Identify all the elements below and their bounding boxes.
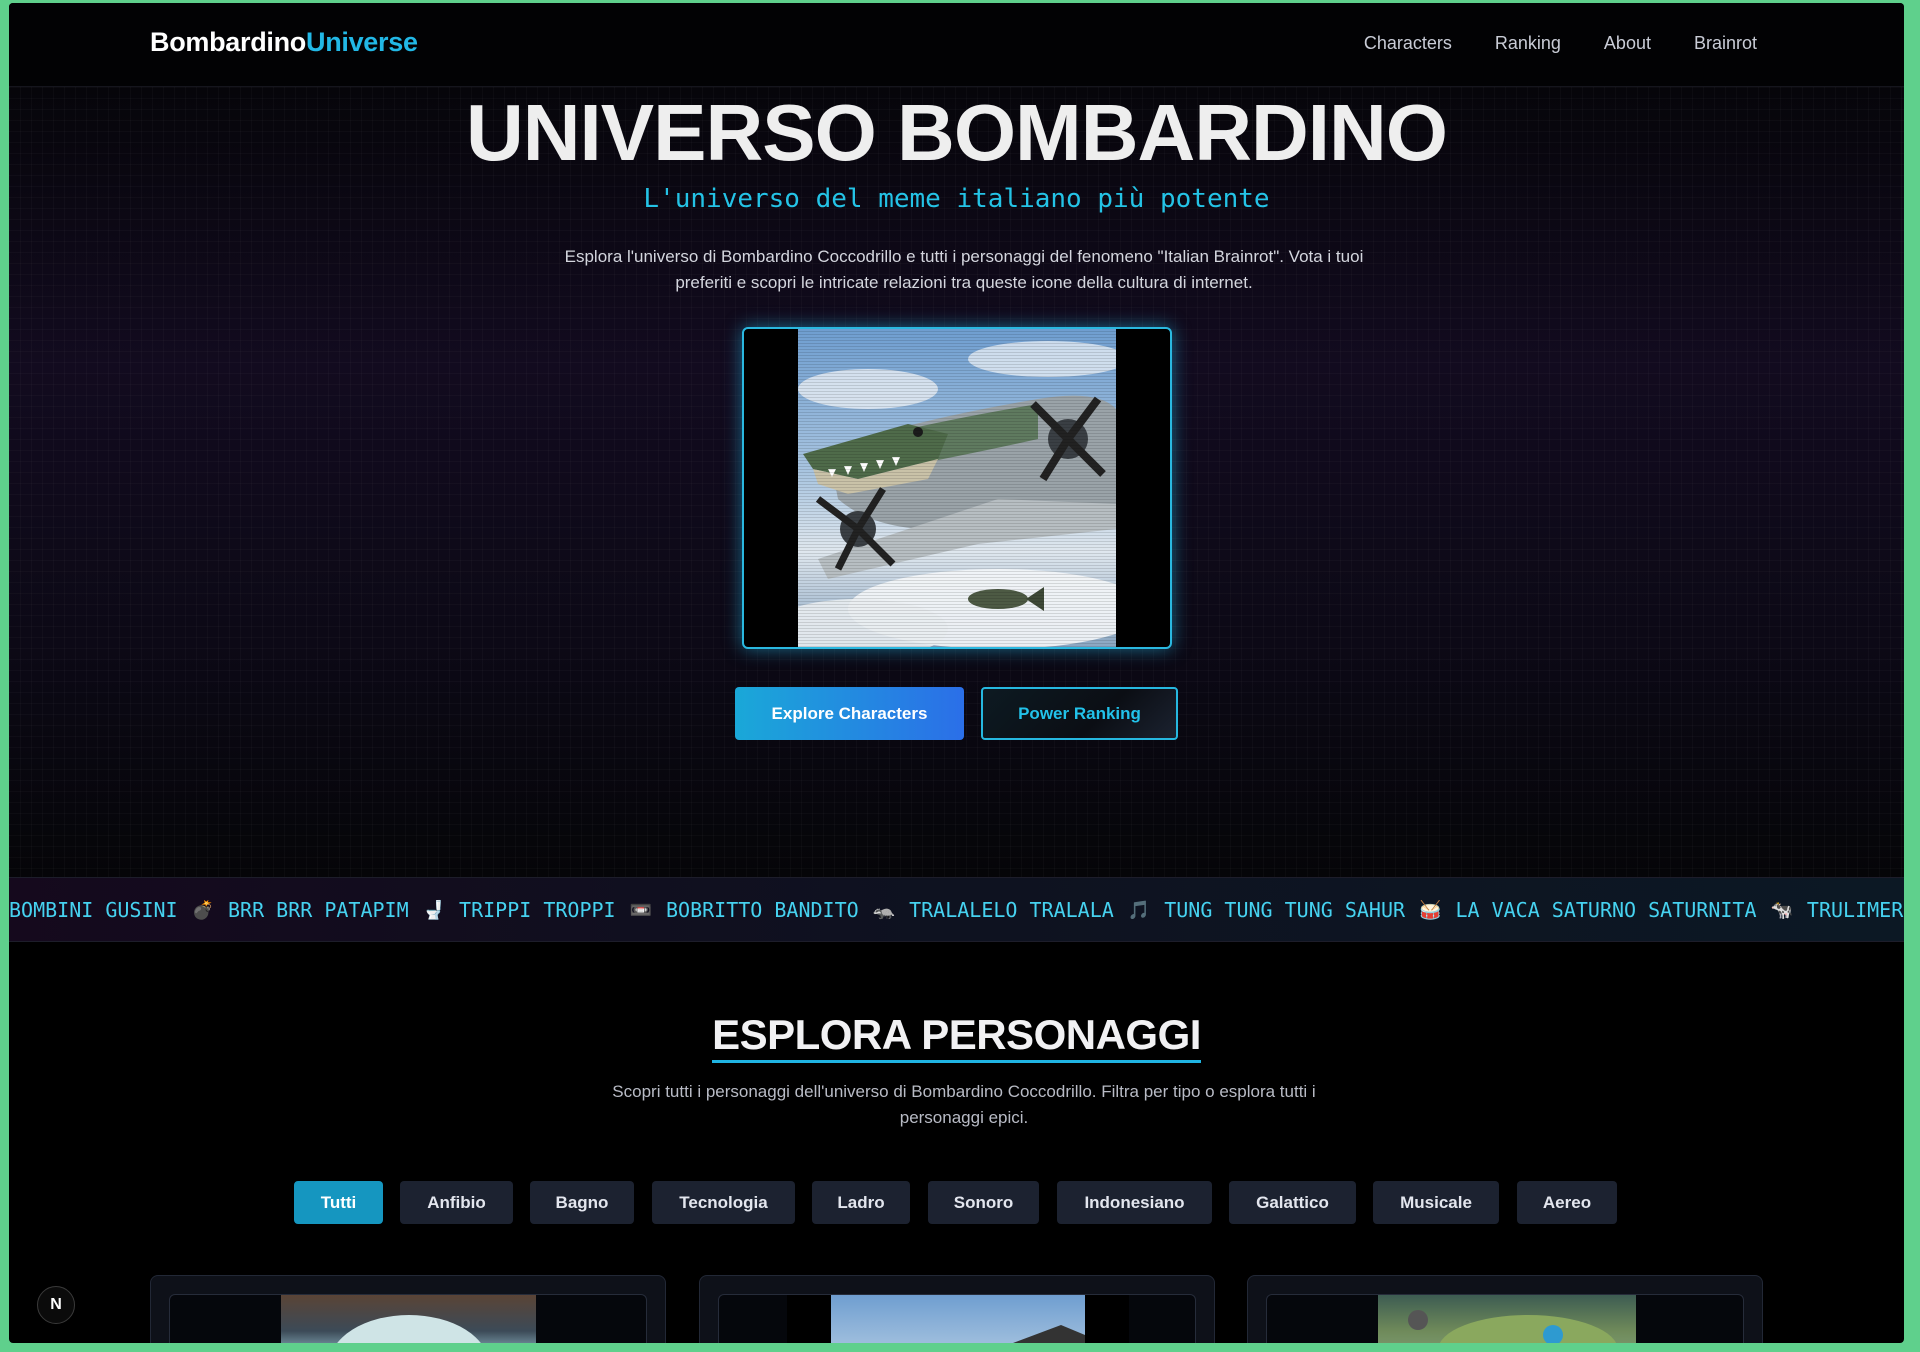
filter-bagno[interactable]: Bagno <box>530 1181 634 1224</box>
bombardino-coccodrillo-image <box>768 329 1148 647</box>
section-title: ESPLORA PERSONAGGI <box>9 1011 1904 1063</box>
hero-video[interactable] <box>742 327 1172 649</box>
fish-illustration <box>1408 1310 1617 1343</box>
brand-text-part1: Bombardino <box>150 27 306 57</box>
hero-section: UNIVERSO BOMBARDINO L'universo del meme … <box>9 87 1904 877</box>
nav-link-ranking[interactable]: Ranking <box>1495 33 1561 54</box>
explore-characters-button[interactable]: Explore Characters <box>735 687 964 740</box>
filter-musicale[interactable]: Musicale <box>1373 1181 1499 1224</box>
ticker-text: BOBRITTO BANDITO <box>666 898 859 922</box>
character-card[interactable] <box>699 1275 1215 1343</box>
brand-logo[interactable]: BombardinoUniverse <box>150 27 418 58</box>
ticker-item: BOBRITTO BANDITO 🦡 <box>666 898 909 922</box>
section-description: Scopri tutti i personaggi dell'universo … <box>612 1082 1316 1127</box>
bomb-icon: 💣 <box>191 899 214 921</box>
plane-illustration <box>1013 1325 1085 1343</box>
card-image-frame <box>1266 1294 1744 1343</box>
ticker-text: TRULIMERO TRULICINA <box>1806 898 1904 922</box>
filter-ladro[interactable]: Ladro <box>812 1181 910 1224</box>
nav-link-about[interactable]: About <box>1604 33 1651 54</box>
filter-galattico[interactable]: Galattico <box>1229 1181 1356 1224</box>
hero-title: UNIVERSO BOMBARDINO <box>465 88 1448 177</box>
ticker-text: LA VACA SATURNO SATURNITA <box>1455 898 1757 922</box>
hero-description: Esplora l'universo di Bombardino Coccodr… <box>564 247 1364 292</box>
ticker-item: TRULIMERO TRULICINA <box>1807 898 1904 922</box>
filter-anfibio[interactable]: Anfibio <box>400 1181 513 1224</box>
ticker-text: TRALALELO TRALALA <box>909 898 1114 922</box>
ticker-item: BRR BRR PATAPIM 🚽 <box>228 898 459 922</box>
nav-link-brainrot[interactable]: Brainrot <box>1694 33 1757 54</box>
ticker-text: BOMBINI GUSINI <box>9 898 178 922</box>
filter-tecnologia[interactable]: Tecnologia <box>652 1181 795 1224</box>
ticker-item: TUNG TUNG TUNG SAHUR 🥁 <box>1164 898 1455 922</box>
thumbnail-image <box>831 1295 1085 1343</box>
character-thumbnail <box>787 1295 1129 1343</box>
shark-illustration <box>337 1315 481 1343</box>
ticker-item: LA VACA SATURNO SATURNITA 🐄 <box>1455 898 1806 922</box>
brand-text-part2: Universe <box>306 27 418 57</box>
ticker-item: TRIPPI TROPPI 📼 <box>459 898 666 922</box>
hero-subtitle: L'universo del meme italiano più potente <box>643 184 1270 214</box>
character-ticker: BOMBINI GUSINI 💣 BRR BRR PATAPIM 🚽 TRIPPI … <box>9 877 1904 942</box>
card-image-frame <box>169 1294 647 1343</box>
ticker-row: BOMBINI GUSINI 💣 BRR BRR PATAPIM 🚽 TRIPPI … <box>9 898 1904 922</box>
videotape-icon: 📼 <box>629 899 653 921</box>
browser-viewport: BombardinoUniverse Characters Ranking Ab… <box>9 3 1904 1343</box>
filter-aereo[interactable]: Aereo <box>1517 1181 1617 1224</box>
ticker-item: BOMBINI GUSINI 💣 <box>9 898 228 922</box>
section-title-text: ESPLORA PERSONAGGI <box>712 1011 1201 1063</box>
filter-indonesiano[interactable]: Indonesiano <box>1057 1181 1212 1224</box>
next-logo-icon[interactable]: N <box>37 1286 75 1324</box>
character-card[interactable] <box>1247 1275 1763 1343</box>
toilet-icon: 🚽 <box>422 899 446 921</box>
power-ranking-button[interactable]: Power Ranking <box>981 687 1178 740</box>
drum-icon: 🥁 <box>1419 899 1442 921</box>
ticker-item: TRALALELO TRALALA 🎵 <box>909 898 1164 922</box>
character-thumbnail <box>1378 1295 1636 1343</box>
filter-sonoro[interactable]: Sonoro <box>928 1181 1039 1224</box>
top-navbar: BombardinoUniverse Characters Ranking Ab… <box>9 3 1904 87</box>
character-card[interactable] <box>150 1275 666 1343</box>
nav-link-characters[interactable]: Characters <box>1364 33 1452 54</box>
badger-icon: 🦡 <box>872 899 896 921</box>
character-thumbnail <box>281 1295 536 1343</box>
ticker-text: TUNG TUNG TUNG SAHUR <box>1164 898 1406 922</box>
filter-tutti[interactable]: Tutti <box>294 1181 383 1224</box>
music-note-icon: 🎵 <box>1127 899 1151 921</box>
nav-links: Characters Ranking About Brainrot <box>1364 33 1757 54</box>
ticker-text: BRR BRR PATAPIM <box>228 898 409 922</box>
card-image-frame <box>718 1294 1196 1343</box>
cow-icon: 🐄 <box>1770 899 1793 921</box>
ticker-text: TRIPPI TROPPI <box>459 898 616 922</box>
